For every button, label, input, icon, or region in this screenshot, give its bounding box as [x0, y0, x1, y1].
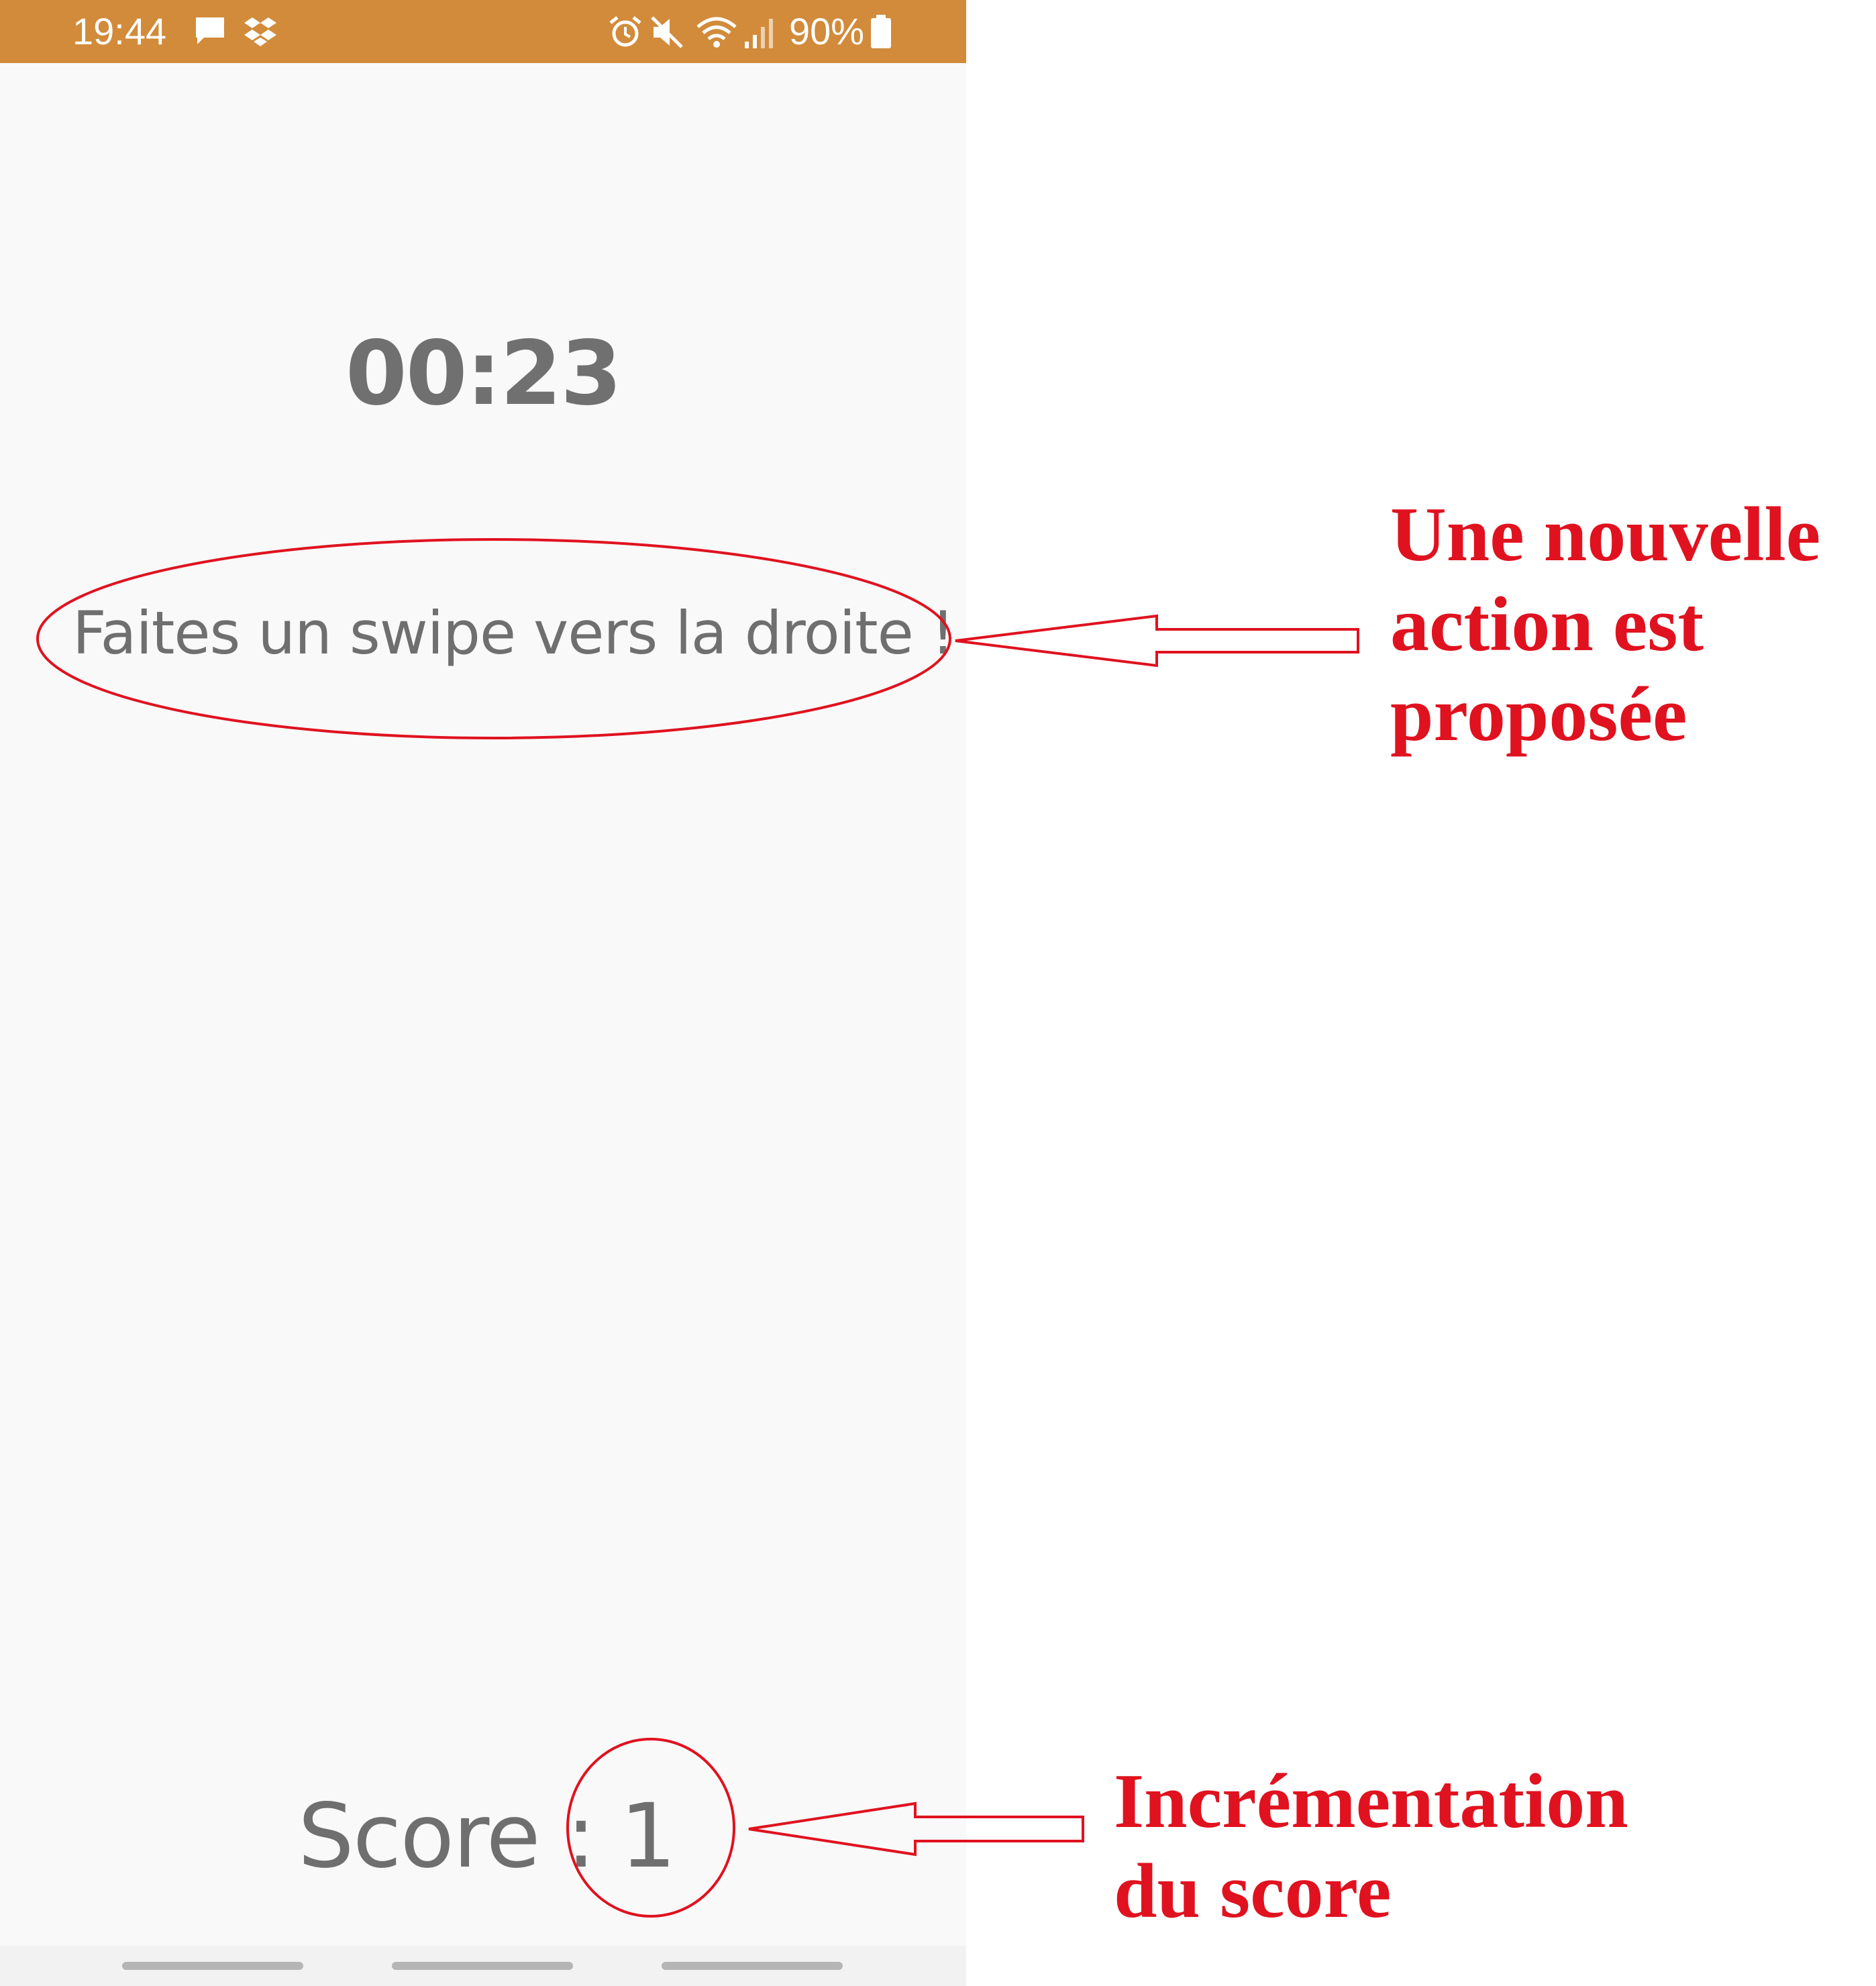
annotation-line: action est	[1390, 582, 1704, 668]
instruction-highlight-ellipse	[36, 538, 951, 739]
annotation-line: du score	[1114, 1848, 1392, 1934]
annotation-line: proposée	[1390, 672, 1687, 757]
action-arrow	[955, 614, 1359, 668]
annotation-new-action: Une nouvelle action est proposée	[1390, 490, 1820, 760]
score-arrow	[748, 1801, 1084, 1857]
score-highlight-circle	[566, 1738, 735, 1918]
annotation-line: Une nouvelle	[1390, 492, 1821, 578]
annotation-line: Incrémentation	[1114, 1759, 1628, 1844]
annotation-score-increment: Incrémentation du score	[1114, 1757, 1628, 1936]
annotation-overlay	[36, 538, 1359, 1918]
